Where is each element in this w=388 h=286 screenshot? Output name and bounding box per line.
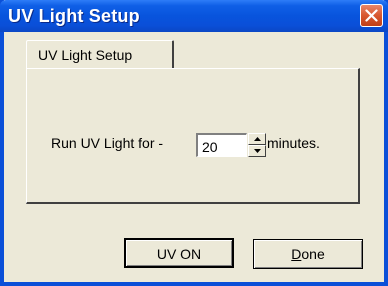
done-mnemonic: D	[291, 246, 302, 262]
run-duration-label: Run UV Light for -	[51, 135, 164, 151]
spin-up-icon	[254, 137, 261, 141]
close-button[interactable]	[360, 4, 383, 27]
uv-on-button[interactable]: UV ON	[124, 238, 234, 268]
done-label-rest: one	[301, 246, 325, 262]
duration-input[interactable]	[196, 133, 247, 157]
duration-spinner[interactable]	[248, 133, 266, 158]
tab-label: UV Light Setup	[38, 47, 133, 63]
window-title: UV Light Setup	[8, 6, 140, 26]
units-label: minutes.	[267, 135, 320, 151]
spin-up-button[interactable]	[248, 133, 266, 145]
spin-down-button[interactable]	[248, 145, 266, 157]
done-button[interactable]: Done	[253, 239, 363, 269]
tab-uv-light-setup[interactable]: UV Light Setup	[26, 40, 174, 68]
close-icon	[365, 9, 378, 22]
spin-down-icon	[254, 149, 261, 153]
title-bar[interactable]: UV Light Setup	[0, 0, 388, 32]
